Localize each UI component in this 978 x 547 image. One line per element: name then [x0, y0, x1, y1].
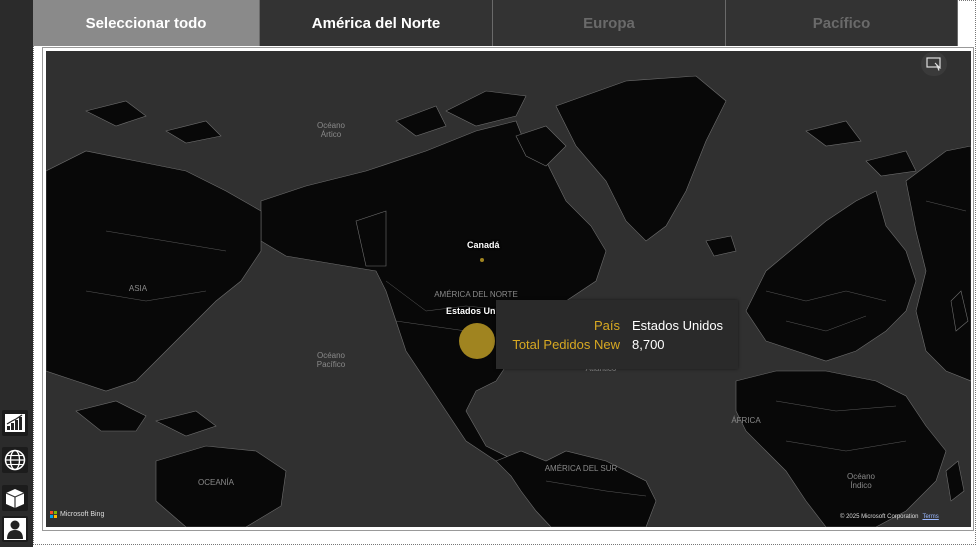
region-label-north-america: AMÉRICA DEL NORTE — [434, 290, 518, 299]
copyright-text: © 2025 Microsoft Corporation — [840, 514, 919, 520]
box-icon — [5, 489, 25, 508]
microsoft-logo-icon — [50, 511, 57, 518]
tooltip-key-country: País — [593, 318, 620, 333]
user-button[interactable] — [2, 516, 28, 542]
tooltip-key-orders: Total Pedidos New — [512, 337, 620, 352]
bubble-canada[interactable] — [480, 258, 484, 262]
focus-mode-button[interactable] — [921, 52, 947, 76]
world-map — [46, 51, 971, 527]
tab-north-america[interactable]: América del Norte — [260, 0, 493, 46]
bar-chart-button[interactable] — [2, 410, 28, 436]
tab-label: Europa — [583, 14, 635, 32]
ocean-label-pacific: Océano Pacífico — [316, 351, 346, 369]
focus-mode-icon — [926, 57, 942, 71]
bubble-label-usa: Estados Unidos — [446, 306, 496, 316]
box-button[interactable] — [2, 485, 28, 511]
map-tooltip: País Estados Unidos Total Pedidos New 8,… — [496, 300, 738, 369]
bubble-usa[interactable] — [459, 323, 495, 359]
globe-button[interactable] — [2, 447, 28, 473]
bing-logo: Microsoft Bing — [50, 511, 104, 518]
tab-select-all[interactable]: Seleccionar todo — [33, 0, 260, 46]
globe-icon — [4, 449, 26, 471]
bubble-label-canada: Canadá — [467, 240, 500, 250]
bing-logo-text: Microsoft Bing — [60, 511, 105, 518]
terms-link[interactable]: Terms — [922, 514, 938, 520]
map-view[interactable]: Océano Ártico Océano Pacífico Océano Índ… — [46, 51, 971, 527]
tab-europe[interactable]: Europa — [493, 0, 726, 46]
tab-label: América del Norte — [311, 14, 441, 32]
tooltip-value-country: Estados Unidos — [632, 318, 724, 333]
ocean-label-arctic: Océano Ártico — [316, 121, 346, 139]
region-label-south-america: AMÉRICA DEL SUR — [544, 464, 618, 473]
map-copyright: © 2025 Microsoft Corporation Terms — [840, 514, 939, 520]
user-icon — [4, 518, 26, 540]
sidebar — [0, 0, 33, 547]
region-label-asia: ASIA — [128, 284, 148, 293]
tab-label: Seleccionar todo — [85, 14, 207, 32]
region-label-africa: ÁFRICA — [731, 416, 761, 425]
tab-label: Pacífico — [812, 14, 871, 32]
region-slicer: Seleccionar todo América del Norte Europ… — [33, 0, 978, 46]
region-label-oceania: OCEANÍA — [197, 478, 234, 487]
tab-pacific[interactable]: Pacífico — [726, 0, 958, 46]
ocean-label-indian: Océano Índico — [846, 472, 876, 490]
tooltip-value-orders: 8,700 — [632, 337, 665, 352]
bar-chart-icon — [5, 414, 25, 432]
